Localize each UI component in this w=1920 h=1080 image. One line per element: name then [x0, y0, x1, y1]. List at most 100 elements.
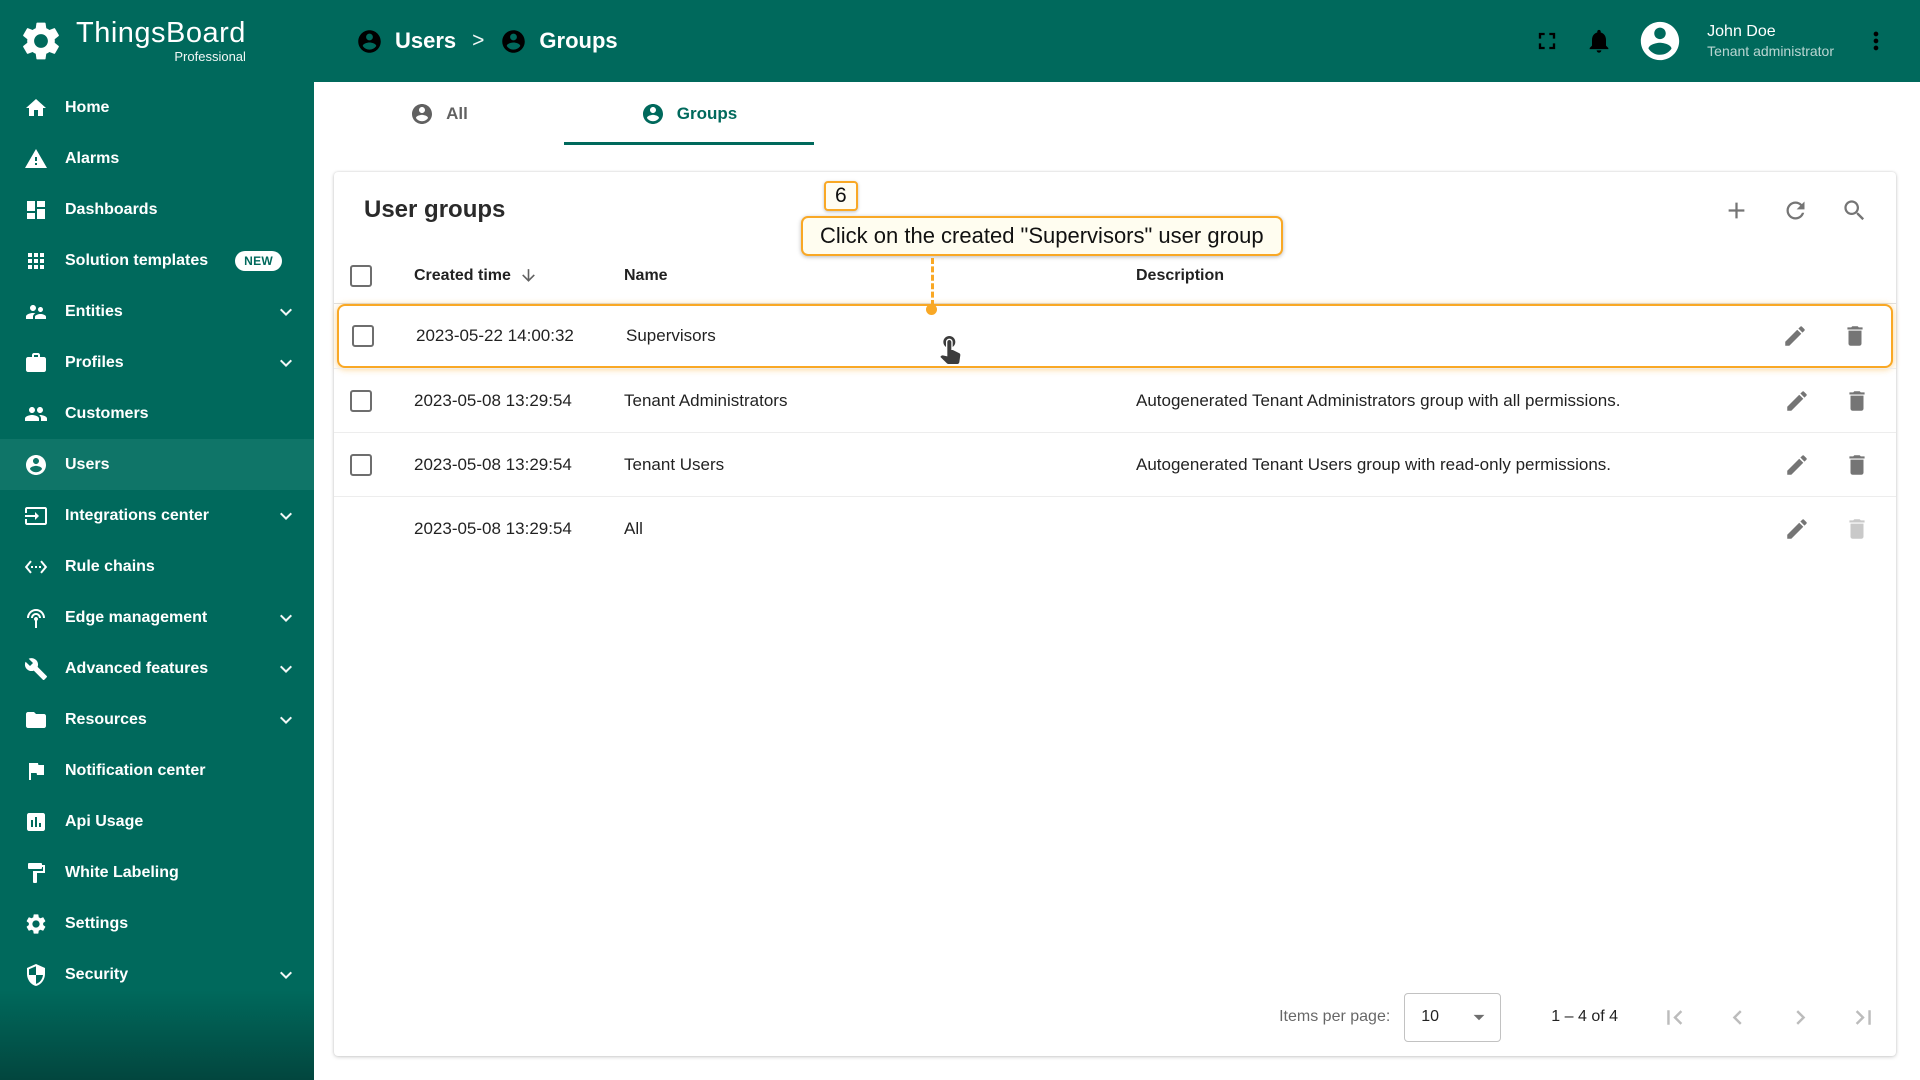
user-circle-icon [410, 102, 434, 126]
sidebar-item-advanced-features[interactable]: Advanced features [0, 643, 314, 694]
sidebar-item-api-usage[interactable]: Api Usage [0, 796, 314, 847]
previous-page-button[interactable] [1723, 1003, 1752, 1032]
user-circle-icon [500, 28, 527, 55]
topbar-actions: John Doe Tenant administrator [1533, 18, 1890, 64]
profiles-icon [24, 351, 48, 375]
edit-button[interactable] [1784, 388, 1810, 414]
user-circle-icon [356, 28, 383, 55]
top-header: Users > Groups John Doe Tenant administr… [314, 0, 1920, 82]
row-checkbox[interactable] [352, 325, 374, 347]
sidebar-item-label: Profiles [65, 353, 124, 371]
breadcrumb-users[interactable]: Users [356, 28, 456, 55]
user-info: John Doe Tenant administrator [1707, 22, 1834, 61]
table-row-all[interactable]: 2023-05-08 13:29:54 All [334, 496, 1896, 560]
sidebar-nav: Home Alarms Dashboards Solution template… [0, 82, 314, 1000]
sidebar-item-alarms[interactable]: Alarms [0, 133, 314, 184]
first-page-button[interactable] [1660, 1003, 1689, 1032]
table-toolbar [1723, 197, 1868, 224]
solution-templates-icon [24, 249, 48, 273]
user-circle-icon [641, 102, 665, 126]
breadcrumb-separator: > [472, 29, 485, 52]
fullscreen-icon[interactable] [1533, 27, 1561, 55]
sidebar-item-label: Resources [65, 710, 147, 728]
sidebar-item-users[interactable]: Users [0, 439, 314, 490]
delete-button[interactable] [1844, 388, 1870, 414]
sidebar-item-edge-management[interactable]: Edge management [0, 592, 314, 643]
notifications-bell-icon[interactable] [1585, 27, 1613, 55]
sidebar-item-profiles[interactable]: Profiles [0, 337, 314, 388]
sidebar-item-label: White Labeling [65, 863, 179, 881]
sidebar-item-dashboards[interactable]: Dashboards [0, 184, 314, 235]
sidebar-item-settings[interactable]: Settings [0, 898, 314, 949]
edit-button[interactable] [1784, 516, 1810, 542]
sidebar-item-entities[interactable]: Entities [0, 286, 314, 337]
delete-button[interactable] [1842, 323, 1868, 349]
created-time-cell: 2023-05-22 14:00:32 [416, 326, 574, 345]
items-per-page-label: Items per page: [1279, 1008, 1391, 1025]
sidebar-item-rule-chains[interactable]: Rule chains [0, 541, 314, 592]
sidebar-item-resources[interactable]: Resources [0, 694, 314, 745]
thingsboard-logo[interactable]: ThingsBoard Professional [0, 0, 314, 82]
table-row-tenant-users[interactable]: 2023-05-08 13:29:54 Tenant Users Autogen… [334, 432, 1896, 496]
logo-title: ThingsBoard [76, 17, 246, 50]
column-label: Created time [414, 266, 511, 284]
description-cell: Autogenerated Tenant Users group with re… [1136, 454, 1612, 474]
created-time-cell: 2023-05-08 13:29:54 [414, 390, 572, 410]
sidebar-item-integrations-center[interactable]: Integrations center [0, 490, 314, 541]
column-header-description[interactable]: Description [1136, 267, 1720, 285]
thingsboard-app: ThingsBoard Professional Home Alarms Das… [0, 0, 1920, 1080]
column-header-name[interactable]: Name [624, 267, 1136, 285]
created-time-cell: 2023-05-08 13:29:54 [414, 454, 572, 474]
select-all-checkbox[interactable] [350, 264, 372, 287]
sidebar-item-solution-templates[interactable]: Solution templates NEW [0, 235, 314, 286]
last-page-button[interactable] [1849, 1003, 1878, 1032]
add-entity-button[interactable] [1723, 197, 1750, 224]
tab-all[interactable]: All [314, 82, 564, 145]
customers-icon [24, 402, 48, 426]
sidebar-item-home[interactable]: Home [0, 82, 314, 133]
tab-groups[interactable]: Groups [564, 82, 814, 145]
edit-button[interactable] [1782, 323, 1808, 349]
integrations-center-icon [24, 504, 48, 528]
sidebar-item-label: Users [65, 455, 110, 473]
page-title: User groups [364, 196, 506, 223]
sidebar-item-customers[interactable]: Customers [0, 388, 314, 439]
rule-chains-icon [24, 555, 48, 579]
tab-label: All [446, 103, 468, 123]
sidebar-item-label: Api Usage [65, 812, 144, 830]
refresh-button[interactable] [1782, 197, 1809, 224]
sidebar-item-label: Rule chains [65, 557, 155, 575]
edit-button[interactable] [1784, 452, 1810, 478]
tab-bar: All Groups [314, 82, 1920, 145]
row-checkbox[interactable] [350, 389, 372, 412]
table-row-tenant-administrators[interactable]: 2023-05-08 13:29:54 Tenant Administrator… [334, 368, 1896, 432]
sidebar-item-white-labeling[interactable]: White Labeling [0, 847, 314, 898]
name-cell: Supervisors [626, 326, 716, 345]
sidebar-item-label: Settings [65, 914, 129, 932]
sidebar-item-label: Customers [65, 404, 149, 422]
edge-management-icon [24, 606, 48, 630]
name-cell: All [624, 518, 643, 538]
table-row-supervisors[interactable]: 2023-05-22 14:00:32 Supervisors [337, 304, 1893, 368]
items-per-page-select[interactable]: 10 [1404, 992, 1502, 1042]
sidebar-item-notification-center[interactable]: Notification center [0, 745, 314, 796]
column-header-created-time[interactable]: Created time [414, 266, 624, 285]
more-vert-icon[interactable] [1862, 27, 1890, 55]
search-button[interactable] [1841, 197, 1868, 224]
sidebar-item-security[interactable]: Security [0, 949, 314, 1000]
breadcrumb-groups[interactable]: Groups [500, 28, 618, 55]
delete-button[interactable] [1844, 452, 1870, 478]
chevron-down-icon [274, 963, 298, 987]
row-checkbox[interactable] [350, 453, 372, 476]
dropdown-caret-icon [1466, 1004, 1492, 1030]
sidebar-item-label: Alarms [65, 149, 120, 167]
row-actions [1720, 388, 1880, 414]
next-page-button[interactable] [1786, 1003, 1815, 1032]
entities-icon [24, 300, 48, 324]
resources-icon [24, 708, 48, 732]
avatar[interactable] [1637, 18, 1683, 64]
main-column: Users > Groups John Doe Tenant administr… [314, 0, 1920, 1080]
chevron-down-icon [274, 606, 298, 630]
logo-text: ThingsBoard Professional [76, 17, 246, 64]
page-range-label: 1 – 4 of 4 [1551, 1008, 1618, 1025]
